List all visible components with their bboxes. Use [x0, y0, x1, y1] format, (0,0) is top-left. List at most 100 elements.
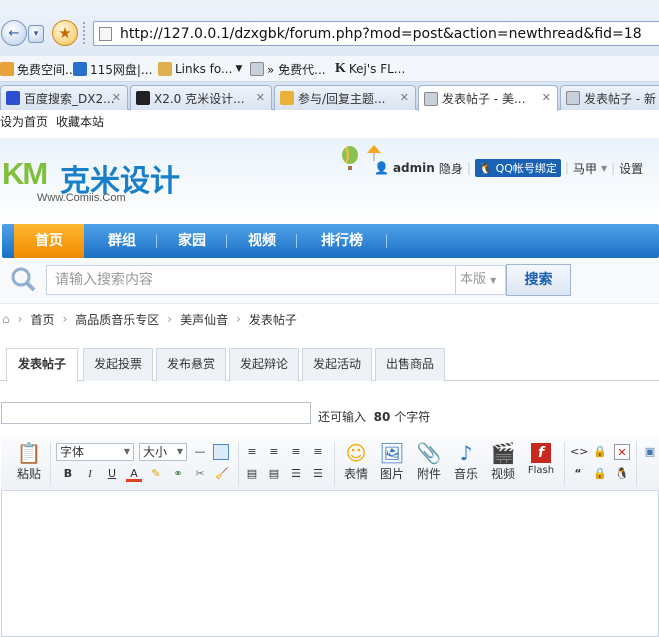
browser-tab[interactable]: X2.0 克米设计... ✕	[130, 85, 272, 110]
align-center-icon[interactable]: ≡	[266, 444, 282, 460]
breadcrumb-item[interactable]: 美声仙音	[180, 311, 228, 328]
tab-new-thread[interactable]: 发表帖子	[6, 348, 78, 382]
page-icon	[424, 91, 438, 106]
user-icon: 👤	[374, 161, 389, 175]
quote-icon[interactable]: “	[570, 466, 586, 482]
history-dropdown-icon[interactable]: ▾	[28, 25, 44, 43]
nav-separator	[296, 234, 297, 248]
font-color-button[interactable]: A	[126, 466, 142, 482]
close-icon[interactable]: ✕	[614, 444, 630, 460]
music-note-icon: ♪	[459, 441, 473, 465]
flash-icon: f	[531, 443, 551, 463]
nav-item-groups[interactable]: 群组	[90, 224, 154, 258]
image-button[interactable]: 🖼 图片	[376, 441, 408, 482]
bookmark-item[interactable]: 免费空间...	[0, 60, 76, 78]
browser-tab-active[interactable]: 发表帖子 - 美... ✕	[418, 85, 558, 111]
bold-button[interactable]: B	[60, 466, 76, 482]
top-links: 设为首页 收藏本站	[0, 113, 112, 130]
table-icon[interactable]	[213, 444, 229, 460]
set-home-link[interactable]: 设为首页	[0, 115, 48, 129]
horse-link[interactable]: 马甲	[573, 160, 597, 177]
breadcrumb: ⌂ › 首页 › 高品质音乐专区 › 美声仙音 › 发表帖子	[0, 306, 659, 332]
align-right-icon[interactable]: ≡	[288, 444, 304, 460]
attachment-button[interactable]: 📎 附件	[413, 441, 445, 482]
music-button[interactable]: ♪ 音乐	[450, 441, 482, 482]
code-icon[interactable]: <>	[570, 444, 588, 460]
site-logo[interactable]: KM 克米设计 Www.Comiis.Com	[2, 156, 198, 206]
horizontal-rule-icon[interactable]: —	[192, 444, 208, 460]
bookmark-item[interactable]: 115网盘|...	[73, 60, 152, 78]
settings-link[interactable]: 设置	[619, 160, 643, 177]
font-select[interactable]: 字体 ▼	[56, 443, 134, 461]
underline-button[interactable]: U	[104, 466, 120, 482]
home-icon[interactable]: ⌂	[2, 312, 10, 326]
hide-icon[interactable]: 🔒	[592, 466, 608, 482]
bookmark-item[interactable]: » 免费代...	[250, 60, 326, 78]
search-input[interactable]: 请输入搜索内容	[46, 265, 456, 295]
clear-format-icon[interactable]: 🧹	[214, 466, 230, 482]
bookmark-item[interactable]: Links fo... ▼	[158, 60, 242, 78]
close-icon[interactable]: ✕	[542, 91, 551, 104]
size-select[interactable]: 大小 ▼	[139, 443, 187, 461]
username-link[interactable]: admin	[393, 161, 435, 175]
title-input[interactable]	[1, 402, 311, 424]
browser-tab[interactable]: 发表帖子 - 新	[560, 85, 659, 110]
nav-item-home-space[interactable]: 家园	[160, 224, 224, 258]
video-button[interactable]: 🎬 视频	[487, 441, 519, 482]
unlink-icon[interactable]: ✂	[192, 466, 208, 482]
logo-subtitle: Www.Comiis.Com	[37, 192, 126, 204]
align-left-icon[interactable]: ≡	[244, 444, 260, 460]
tab-reward[interactable]: 发布悬赏	[156, 348, 226, 381]
tab-debate[interactable]: 发起辩论	[229, 348, 299, 381]
address-bar-area: ← ▾ ★ http://127.0.0.1/dzxgbk/forum.php?…	[0, 0, 659, 56]
float-right-icon[interactable]: ▤	[266, 466, 282, 482]
nav-item-home[interactable]: 首页	[14, 224, 84, 258]
chevron-down-icon: ▼	[123, 447, 130, 456]
url-text[interactable]: http://127.0.0.1/dzxgbk/forum.php?mod=po…	[120, 26, 642, 42]
paste-button[interactable]: 📋 粘贴	[14, 441, 44, 482]
tab-activity[interactable]: 发起活动	[302, 348, 372, 381]
remaining-count: 80	[373, 410, 391, 424]
italic-button[interactable]: I	[82, 466, 98, 482]
source-mode-icon[interactable]: ▣	[642, 444, 658, 460]
unordered-list-icon[interactable]: ☰	[310, 466, 326, 482]
close-icon[interactable]: ✕	[400, 91, 409, 104]
flash-button[interactable]: f Flash	[524, 441, 558, 476]
nav-item-ranking[interactable]: 排行榜	[300, 224, 384, 258]
float-left-icon[interactable]: ▤	[244, 466, 260, 482]
highlight-icon[interactable]: ✎	[148, 466, 164, 482]
user-bar: 👤 admin 隐身 | 🐧 QQ帐号绑定 | 马甲 ▼ | 设置	[374, 158, 643, 178]
bookmark-site-link[interactable]: 收藏本站	[56, 115, 104, 129]
invisible-link[interactable]: 隐身	[439, 160, 463, 177]
toolbar-separator	[636, 442, 637, 486]
link-icon[interactable]: ⚭	[170, 466, 186, 482]
browser-tab[interactable]: 百度搜索_DX2... ✕	[0, 85, 128, 110]
chevron-right-icon: ›	[236, 312, 241, 326]
search-button[interactable]: 搜索	[506, 264, 571, 296]
url-field[interactable]: http://127.0.0.1/dzxgbk/forum.php?mod=po…	[93, 21, 659, 46]
ordered-list-icon[interactable]: ☰	[288, 466, 304, 482]
tab-poll[interactable]: 发起投票	[83, 348, 153, 381]
back-button[interactable]: ←	[1, 20, 27, 46]
nav-item-video[interactable]: 视频	[230, 224, 294, 258]
chevron-down-icon: ▼	[600, 163, 608, 173]
qq-bind-button[interactable]: 🐧 QQ帐号绑定	[474, 159, 561, 177]
browser-tab[interactable]: 参与/回复主题... ✕	[274, 85, 416, 110]
tab-sell[interactable]: 出售商品	[375, 348, 445, 381]
emoji-button[interactable]: ☺ 表情	[340, 441, 372, 482]
qq-icon: 🐧	[478, 161, 493, 175]
breadcrumb-item[interactable]: 高品质音乐专区	[75, 311, 159, 328]
favorites-star-icon[interactable]: ★	[52, 20, 78, 46]
baidu-icon	[6, 91, 20, 105]
breadcrumb-item[interactable]: 首页	[30, 311, 54, 328]
lock-icon[interactable]: 🔒	[592, 444, 608, 460]
close-icon[interactable]: ✕	[256, 91, 265, 104]
align-justify-icon[interactable]: ≡	[310, 444, 326, 460]
qq-icon[interactable]: 🐧	[614, 466, 630, 482]
bookmark-item[interactable]: K Kej's FL...	[335, 60, 405, 78]
divider: |	[611, 161, 616, 175]
divider: |	[466, 161, 471, 175]
close-icon[interactable]: ✕	[112, 91, 121, 104]
chevron-down-icon: ▼	[235, 64, 243, 74]
search-scope-select[interactable]: 本版 ▼	[456, 265, 506, 295]
